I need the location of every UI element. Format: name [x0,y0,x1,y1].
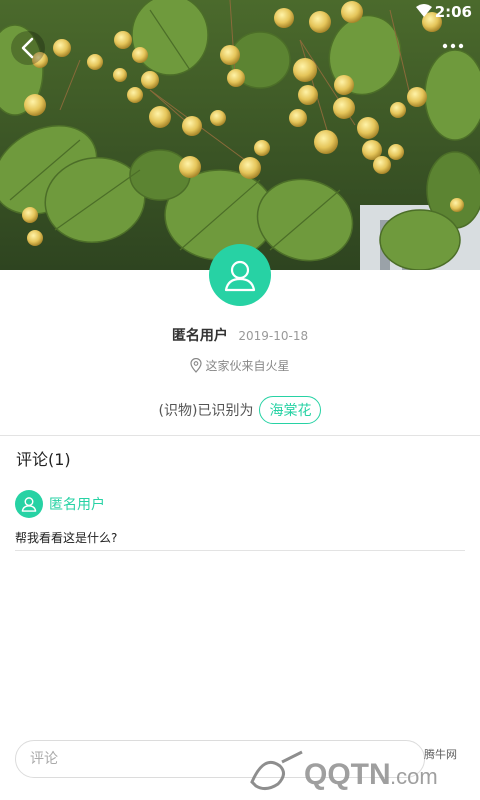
location: 这家伙来自火星 [0,357,480,374]
status-time: 2:06 [434,3,472,21]
svg-text:QQTN: QQTN [304,758,391,791]
back-icon [11,31,45,65]
comment-item: 匿名用户 帮我看看这是什么? [15,490,465,551]
user-icon [21,497,37,512]
more-button[interactable] [438,34,468,58]
svg-text:腾牛网: 腾牛网 [424,747,457,761]
commenter-avatar[interactable] [15,490,43,518]
user-icon [224,260,256,292]
author-line: 匿名用户 2019-10-18 [0,325,480,345]
back-button[interactable] [10,30,46,66]
comments-title: 评论(1) [16,450,71,469]
comment-text: 帮我看看这是什么? [15,529,465,551]
crabapple-tree-image [0,0,480,270]
more-icon [442,43,464,49]
identify-result: (识物)已识别为 海棠花 [0,396,480,424]
post-date: 2019-10-18 [238,329,309,343]
location-pin-icon [190,358,203,373]
svg-text:.com: .com [390,764,438,789]
post-detail-screen: 2:06 匿名用户 2019-10-18 这家伙来自火星 (识物)已识别为 海棠… [0,0,480,800]
post-photo[interactable]: 2:06 [0,0,480,270]
comment-header: 匿名用户 [15,490,465,518]
wifi-icon [416,4,432,17]
divider [0,435,480,436]
location-text: 这家伙来自火星 [205,359,290,373]
qqtn-logo: QQTN .com 腾牛网 [250,747,457,791]
commenter-name[interactable]: 匿名用户 [49,494,105,514]
author-name: 匿名用户 [171,328,228,344]
identified-tag[interactable]: 海棠花 [259,396,322,424]
site-watermark: QQTN .com 腾牛网 [244,744,474,794]
status-bar: 2:06 [0,0,480,24]
author-avatar[interactable] [209,244,271,306]
identify-prefix: (识物)已识别为 [158,403,254,419]
